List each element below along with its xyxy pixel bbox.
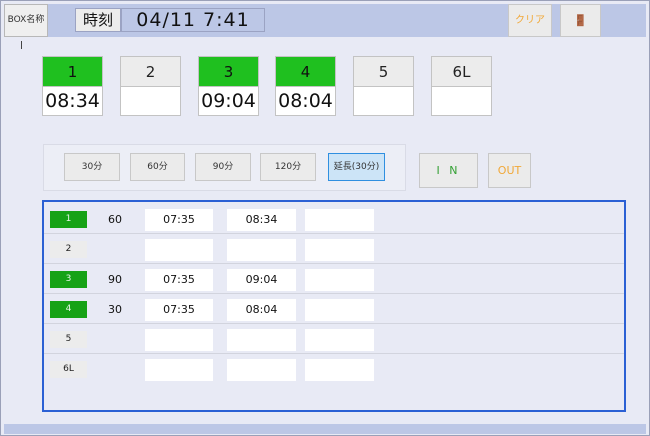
exit-button[interactable]: 🚪 [560,4,601,37]
box-tile-time: 08:34 [43,87,102,115]
row-start-time[interactable] [145,329,213,351]
text-cursor [21,41,22,49]
table-row[interactable]: 3 90 07:35 09:04 [44,264,624,294]
row-end-time[interactable] [227,359,296,381]
table-row[interactable]: 2 [44,234,624,264]
row-extra-field[interactable] [305,209,374,231]
row-start-time[interactable]: 07:35 [145,209,213,231]
row-duration: 30 [108,303,122,316]
row-start-time[interactable] [145,359,213,381]
row-extra-field[interactable] [305,299,374,321]
box-tile-label: 2 [121,57,180,87]
box-tile-label: 5 [354,57,413,87]
row-extra-field[interactable] [305,239,374,261]
extend-30-button[interactable]: 延長(30分) [328,153,385,181]
row-extra-field[interactable] [305,269,374,291]
box-tile-3[interactable]: 3 09:04 [198,56,259,116]
box-tile-6l[interactable]: 6L [431,56,492,116]
exit-door-icon: 🚪 [573,14,588,27]
schedule-table: 1 60 07:35 08:34 2 3 90 07:35 09:04 4 30… [42,200,626,412]
box-tile-1[interactable]: 1 08:34 [42,56,103,116]
table-row[interactable]: 5 [44,324,624,354]
footer-bar [4,424,646,434]
box-tile-time: 09:04 [199,87,258,115]
row-start-time[interactable] [145,239,213,261]
row-box-badge: 1 [50,211,87,228]
row-box-badge: 5 [50,331,87,348]
duration-60-button[interactable]: 60分 [130,153,185,181]
app-window: BOX名称 時刻 04/11 7:41 クリア 🚪 1 08:34 2 3 09… [0,0,650,436]
row-end-time[interactable] [227,239,296,261]
table-row[interactable]: 4 30 07:35 08:04 [44,294,624,324]
row-duration [108,241,138,258]
row-start-time[interactable]: 07:35 [145,269,213,291]
duration-90-button[interactable]: 90分 [195,153,251,181]
box-tile-time [432,87,491,115]
duration-120-button[interactable]: 120分 [260,153,316,181]
duration-30-button[interactable]: 30分 [64,153,120,181]
row-box-badge: 2 [50,241,87,258]
row-box-badge: 6L [50,361,87,378]
box-tile-label: 1 [43,57,102,87]
box-tile-time [121,87,180,115]
out-button[interactable]: OUT [488,153,531,188]
row-end-time[interactable] [227,329,296,351]
box-tile-label: 3 [199,57,258,87]
clock-label: 時刻 [75,8,121,32]
row-start-time[interactable]: 07:35 [145,299,213,321]
row-extra-field[interactable] [305,329,374,351]
table-row[interactable]: 1 60 07:35 08:34 [44,204,624,234]
row-duration [108,331,138,348]
row-extra-field[interactable] [305,359,374,381]
in-button[interactable]: I N [419,153,478,188]
clock-display: 04/11 7:41 [121,8,265,32]
box-tile-4[interactable]: 4 08:04 [275,56,336,116]
row-duration [108,361,138,378]
row-box-badge: 4 [50,301,87,318]
row-duration: 60 [108,213,122,226]
box-name-button[interactable]: BOX名称 [4,4,48,37]
clear-button[interactable]: クリア [508,4,552,37]
row-end-time[interactable]: 08:04 [227,299,296,321]
box-tile-time: 08:04 [276,87,335,115]
row-end-time[interactable]: 08:34 [227,209,296,231]
box-tile-5[interactable]: 5 [353,56,414,116]
box-tile-time [354,87,413,115]
row-duration: 90 [108,273,122,286]
table-row[interactable]: 6L [44,354,624,384]
box-tile-2[interactable]: 2 [120,56,181,116]
row-end-time[interactable]: 09:04 [227,269,296,291]
row-box-badge: 3 [50,271,87,288]
box-tile-label: 6L [432,57,491,87]
box-tile-label: 4 [276,57,335,87]
